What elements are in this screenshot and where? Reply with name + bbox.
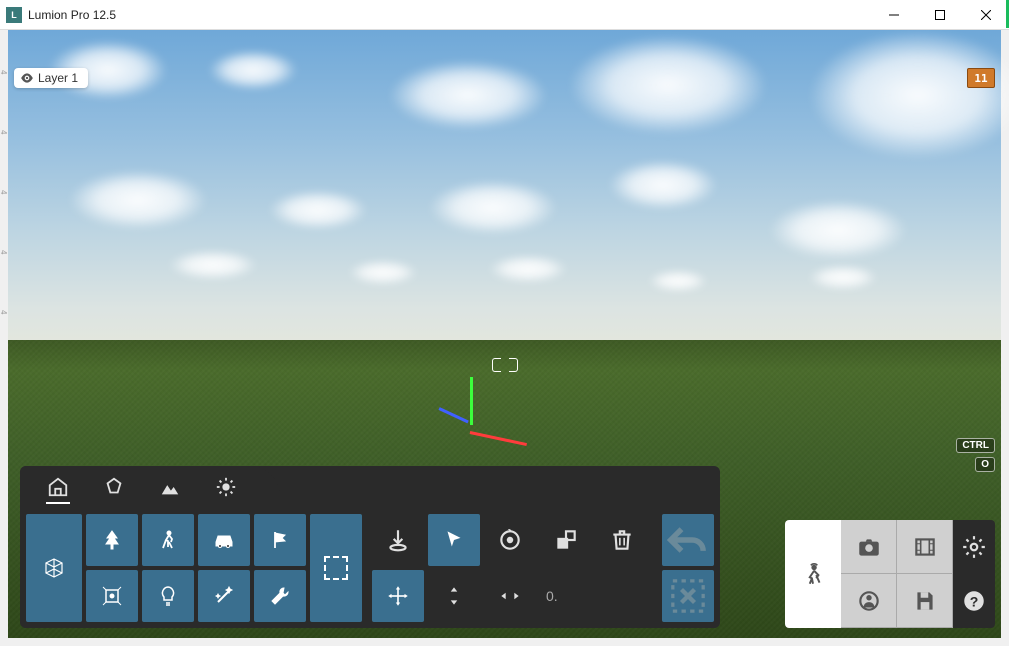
- category-tools[interactable]: [198, 570, 250, 622]
- tool-delete[interactable]: [596, 514, 648, 566]
- settings-button[interactable]: [953, 520, 995, 574]
- panorama-icon: [856, 588, 882, 614]
- minimize-button[interactable]: [871, 0, 917, 30]
- camera-icon: [856, 534, 882, 560]
- category-outdoor[interactable]: [254, 514, 306, 566]
- category-people[interactable]: [142, 514, 194, 566]
- tool-height[interactable]: [428, 570, 480, 622]
- tool-rotate[interactable]: [484, 514, 536, 566]
- o-key-hint: O: [975, 457, 995, 472]
- trash-icon: [609, 527, 635, 553]
- photo-mode-button[interactable]: [841, 520, 897, 574]
- tab-objects[interactable]: [30, 466, 86, 508]
- home-icon: [47, 476, 69, 498]
- output-panel: ?: [785, 520, 995, 628]
- scale-icon: [553, 527, 579, 553]
- dashed-square-icon: [324, 556, 348, 580]
- panorama-mode-button[interactable]: [841, 574, 897, 628]
- svg-text:?: ?: [970, 593, 979, 609]
- car-icon: [212, 528, 236, 552]
- tab-materials[interactable]: [86, 466, 142, 508]
- build-mode-button[interactable]: [785, 520, 841, 628]
- lightbulb-icon: [156, 584, 180, 608]
- category-lights[interactable]: [142, 570, 194, 622]
- height-arrows-icon: [441, 583, 467, 609]
- tab-landscape[interactable]: [142, 466, 198, 508]
- flag-icon: [268, 528, 292, 552]
- eye-icon: [20, 71, 34, 85]
- category-nature[interactable]: [86, 514, 138, 566]
- tool-select[interactable]: [428, 514, 480, 566]
- ctrl-key-hint: CTRL: [956, 438, 995, 453]
- app-icon: L: [6, 7, 22, 23]
- undo-icon: [662, 514, 714, 566]
- tool-scale[interactable]: [540, 514, 592, 566]
- left-spreadsheet-edge: 44444: [0, 60, 8, 646]
- arrow-cursor-icon: [441, 527, 467, 553]
- layer-label: Layer 1: [38, 71, 78, 85]
- tool-place[interactable]: [372, 514, 424, 566]
- cube-wireframe-icon: [42, 556, 66, 580]
- tab-weather[interactable]: [198, 466, 254, 508]
- import-model-button[interactable]: [26, 514, 82, 622]
- category-transport[interactable]: [198, 514, 250, 566]
- sun-icon: [215, 476, 237, 498]
- person-walking-icon: [156, 528, 180, 552]
- cancel-selection-button[interactable]: [662, 570, 714, 622]
- save-button[interactable]: [897, 574, 953, 628]
- category-utilities[interactable]: [254, 570, 306, 622]
- mountain-icon: [159, 476, 181, 498]
- selection-area-button[interactable]: [310, 514, 362, 622]
- move-icon: [385, 583, 411, 609]
- floppy-icon: [912, 588, 938, 614]
- bucket-icon: [103, 476, 125, 498]
- rotate-icon: [497, 527, 523, 553]
- fps-counter: 11: [967, 68, 995, 88]
- category-effects[interactable]: [86, 570, 138, 622]
- movie-mode-button[interactable]: [897, 520, 953, 574]
- tree-icon: [100, 528, 124, 552]
- camera-crosshair: [492, 358, 518, 372]
- worker-icon: [800, 561, 826, 587]
- help-icon: ?: [961, 588, 987, 614]
- viewport-3d[interactable]: 44444 Layer 1 11 CTRL O: [0, 30, 1009, 646]
- tool-value[interactable]: 0.: [540, 588, 564, 604]
- gear-icon: [961, 534, 987, 560]
- tool-spacing[interactable]: [484, 570, 536, 622]
- object-category-grid: [26, 514, 362, 622]
- film-icon: [912, 534, 938, 560]
- cancel-selection-icon: [662, 570, 714, 622]
- help-button[interactable]: ?: [953, 574, 995, 628]
- manipulation-tools: 0.: [368, 514, 656, 622]
- wrench-icon: [268, 584, 292, 608]
- effects-icon: [100, 584, 124, 608]
- app-title: Lumion Pro 12.5: [28, 8, 871, 22]
- main-toolbar: 0.: [20, 466, 720, 628]
- key-hints: CTRL O: [956, 438, 995, 472]
- toolbar-tabs: [20, 466, 280, 508]
- wand-icon: [212, 584, 236, 608]
- place-icon: [385, 527, 411, 553]
- sky: [8, 30, 1001, 340]
- titlebar: L Lumion Pro 12.5: [0, 0, 1009, 30]
- undo-button[interactable]: [662, 514, 714, 566]
- spacing-arrows-icon: [497, 583, 523, 609]
- tool-move[interactable]: [372, 570, 424, 622]
- layer-chip[interactable]: Layer 1: [14, 68, 88, 88]
- bottom-edge: [0, 638, 1009, 646]
- maximize-button[interactable]: [917, 0, 963, 30]
- close-button[interactable]: [963, 0, 1009, 30]
